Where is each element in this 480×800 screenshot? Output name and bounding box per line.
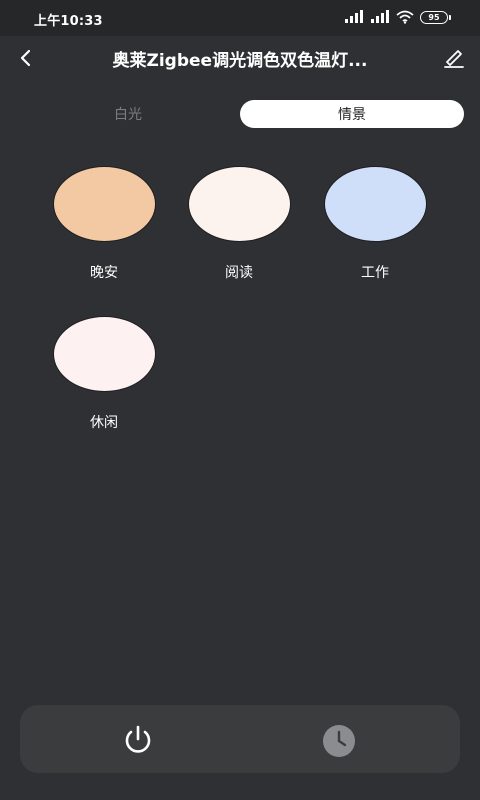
- status-icons: 95: [344, 10, 451, 24]
- scene-color-swatch: [187, 166, 291, 242]
- clock-icon: [323, 725, 355, 757]
- wifi-icon: [396, 10, 414, 24]
- timer-button[interactable]: [322, 724, 356, 758]
- scene-goodnight[interactable]: 晚安: [49, 166, 159, 282]
- scene-work[interactable]: 工作: [320, 166, 430, 282]
- signal-icon-2: [371, 10, 389, 23]
- scene-color-swatch: [52, 166, 156, 242]
- power-button[interactable]: [120, 722, 156, 758]
- scene-color-swatch: [52, 316, 156, 392]
- battery-icon: 95: [420, 10, 451, 24]
- battery-level: 95: [428, 12, 440, 22]
- pencil-icon: [444, 50, 464, 68]
- scene-reading[interactable]: 阅读: [184, 166, 294, 282]
- back-button[interactable]: [10, 42, 42, 74]
- page-title: 奥莱Zigbee调光调色双色温灯...: [112, 51, 368, 71]
- header: 奥莱Zigbee调光调色双色温灯...: [0, 36, 480, 80]
- edit-button[interactable]: [438, 42, 470, 74]
- scene-label: 工作: [361, 265, 389, 281]
- tab-scene[interactable]: 情景: [240, 100, 464, 128]
- status-time: 上午10:33: [34, 14, 103, 29]
- status-bar: 上午10:33 95: [0, 0, 480, 36]
- mode-tab-bar: 白光 情景: [16, 100, 466, 130]
- tab-white-light[interactable]: 白光: [16, 100, 240, 128]
- scene-leisure[interactable]: 休闲: [49, 316, 159, 432]
- signal-icon: [345, 10, 363, 23]
- power-icon: [125, 725, 151, 753]
- scene-color-swatch: [323, 166, 427, 242]
- bottom-control-bar: [20, 705, 460, 773]
- scene-label: 阅读: [225, 265, 253, 281]
- scene-label: 休闲: [90, 415, 118, 431]
- scene-label: 晚安: [90, 265, 118, 281]
- chevron-left-icon: [20, 49, 31, 67]
